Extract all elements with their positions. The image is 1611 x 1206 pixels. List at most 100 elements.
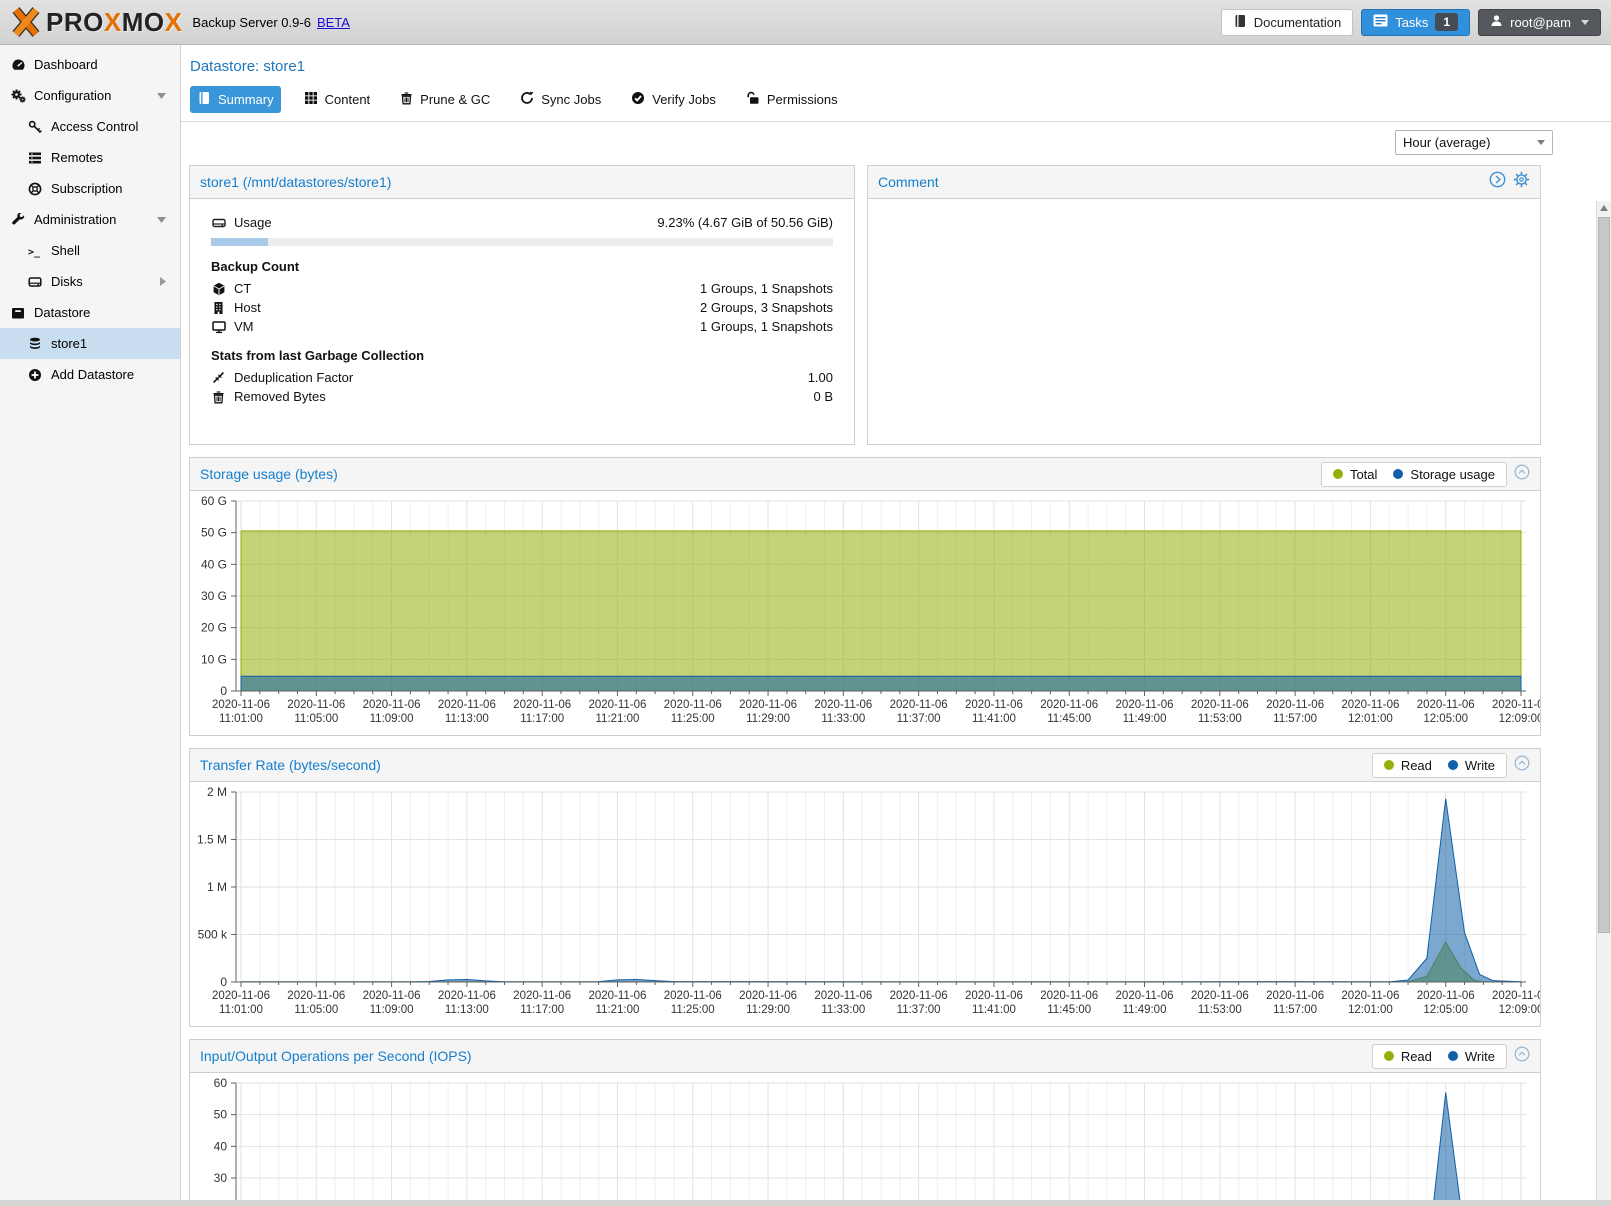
remotes-icon bbox=[27, 151, 43, 165]
svg-text:2020-11-06: 2020-11-06 bbox=[513, 699, 571, 711]
page-title: Datastore: store1 bbox=[181, 45, 1611, 75]
key-icon bbox=[27, 120, 43, 134]
row-value: 1 Groups, 1 Snapshots bbox=[700, 281, 833, 296]
sidebar-item-store1[interactable]: store1 bbox=[0, 328, 180, 359]
svg-text:2020-11-06: 2020-11-06 bbox=[1492, 699, 1540, 711]
caret-down-icon[interactable] bbox=[157, 93, 166, 99]
row-label: CT bbox=[234, 281, 251, 296]
legend-item-storage-usage[interactable]: Storage usage bbox=[1393, 467, 1495, 482]
tab-sync-jobs[interactable]: Sync Jobs bbox=[513, 86, 608, 113]
tab-content[interactable]: Content bbox=[297, 86, 378, 113]
legend-item-read[interactable]: Read bbox=[1384, 758, 1432, 773]
vertical-scrollbar[interactable] bbox=[1596, 201, 1611, 1206]
svg-text:11:33:00: 11:33:00 bbox=[821, 713, 865, 725]
svg-text:12:09:00: 12:09:00 bbox=[1499, 1004, 1540, 1016]
terminal-icon: >_ bbox=[27, 244, 43, 258]
legend-label: Read bbox=[1401, 758, 1432, 773]
svg-text:11:29:00: 11:29:00 bbox=[746, 713, 790, 725]
sidebar-item-disks[interactable]: Disks bbox=[0, 266, 180, 297]
tasks-button[interactable]: Tasks 1 bbox=[1361, 9, 1470, 36]
summary-row-vm: VM1 Groups, 1 Snapshots bbox=[211, 317, 833, 336]
bottom-edge-strip bbox=[0, 1200, 1611, 1206]
tab-label: Permissions bbox=[767, 92, 838, 107]
user-menu-button[interactable]: root@pam bbox=[1478, 9, 1601, 36]
storage-usage-title: Storage usage (bytes) bbox=[200, 466, 338, 482]
tab-summary[interactable]: Summary bbox=[190, 86, 281, 113]
tab-verify-jobs[interactable]: Verify Jobs bbox=[624, 86, 723, 113]
legend-item-write[interactable]: Write bbox=[1448, 758, 1495, 773]
svg-text:2020-11-06: 2020-11-06 bbox=[212, 699, 270, 711]
svg-text:11:09:00: 11:09:00 bbox=[370, 713, 414, 725]
row-value: 2 Groups, 3 Snapshots bbox=[700, 300, 833, 315]
svg-text:11:13:00: 11:13:00 bbox=[445, 1004, 489, 1016]
compress-icon bbox=[211, 371, 226, 384]
svg-text:2020-11-06: 2020-11-06 bbox=[1266, 699, 1324, 711]
svg-text:2020-11-06: 2020-11-06 bbox=[1417, 990, 1475, 1002]
tab-prune-gc[interactable]: Prune & GC bbox=[393, 86, 497, 113]
svg-text:2020-11-06: 2020-11-06 bbox=[1116, 699, 1174, 711]
sidebar-item-administration[interactable]: Administration bbox=[0, 204, 180, 235]
legend-dot bbox=[1384, 1051, 1394, 1061]
legend-label: Write bbox=[1465, 758, 1495, 773]
trash-icon bbox=[211, 390, 226, 404]
sidebar-item-label: Administration bbox=[34, 212, 116, 227]
svg-text:11:21:00: 11:21:00 bbox=[596, 1004, 640, 1016]
row-value: 1.00 bbox=[808, 370, 833, 385]
svg-text:12:05:00: 12:05:00 bbox=[1423, 713, 1468, 725]
svg-text:11:01:00: 11:01:00 bbox=[219, 1004, 263, 1016]
legend-item-write[interactable]: Write bbox=[1448, 1049, 1495, 1064]
svg-text:11:57:00: 11:57:00 bbox=[1273, 1004, 1317, 1016]
sidebar-item-add-datastore[interactable]: Add Datastore bbox=[0, 359, 180, 390]
product-version: Backup Server 0.9-6 bbox=[192, 15, 311, 30]
svg-text:2020-11-06: 2020-11-06 bbox=[664, 990, 722, 1002]
timeframe-select[interactable]: Hour (average) bbox=[1395, 130, 1553, 155]
caret-right-icon[interactable] bbox=[160, 277, 166, 286]
documentation-button[interactable]: Documentation bbox=[1221, 9, 1353, 36]
svg-text:2020-11-06: 2020-11-06 bbox=[363, 990, 421, 1002]
beta-link[interactable]: BETA bbox=[317, 15, 350, 30]
building-icon bbox=[211, 301, 226, 315]
legend-label: Total bbox=[1350, 467, 1377, 482]
user-icon bbox=[1490, 14, 1503, 30]
gear-icon[interactable] bbox=[1513, 171, 1530, 193]
chart-legend: Read Write bbox=[1372, 753, 1507, 778]
chevron-down-icon bbox=[1537, 140, 1545, 145]
svg-text:2020-11-06: 2020-11-06 bbox=[1341, 990, 1399, 1002]
caret-down-icon[interactable] bbox=[157, 217, 166, 223]
svg-text:12:01:00: 12:01:00 bbox=[1348, 713, 1393, 725]
scroll-up-arrow-icon[interactable] bbox=[1600, 205, 1608, 211]
scrollbar-thumb[interactable] bbox=[1598, 217, 1610, 933]
row-label: Host bbox=[234, 300, 261, 315]
sidebar-item-label: Configuration bbox=[34, 88, 111, 103]
chevron-circle-right-icon[interactable] bbox=[1489, 171, 1506, 193]
svg-text:11:21:00: 11:21:00 bbox=[596, 713, 640, 725]
svg-text:11:05:00: 11:05:00 bbox=[294, 1004, 338, 1016]
cube-icon bbox=[211, 282, 226, 296]
tab-permissions[interactable]: Permissions bbox=[739, 86, 845, 113]
collapse-panel-icon[interactable] bbox=[1514, 1046, 1530, 1067]
legend-item-read[interactable]: Read bbox=[1384, 1049, 1432, 1064]
sidebar-item-remotes[interactable]: Remotes bbox=[0, 142, 180, 173]
sidebar-item-access-control[interactable]: Access Control bbox=[0, 111, 180, 142]
svg-text:2020-11-06: 2020-11-06 bbox=[814, 699, 872, 711]
sidebar-item-dashboard[interactable]: Dashboard bbox=[0, 49, 180, 80]
database-icon bbox=[27, 337, 43, 351]
brand-wordmark: PROXMOX bbox=[46, 7, 182, 38]
legend-item-total[interactable]: Total bbox=[1333, 467, 1377, 482]
sidebar-item-datastore[interactable]: Datastore bbox=[0, 297, 180, 328]
svg-text:60: 60 bbox=[214, 1076, 228, 1090]
svg-text:2020-11-06: 2020-11-06 bbox=[1417, 699, 1475, 711]
sidebar-item-subscription[interactable]: Subscription bbox=[0, 173, 180, 204]
svg-text:2020-11-06: 2020-11-06 bbox=[739, 990, 797, 1002]
sidebar-item-configuration[interactable]: Configuration bbox=[0, 80, 180, 111]
collapse-panel-icon[interactable] bbox=[1514, 464, 1530, 485]
dashboard-icon bbox=[10, 58, 26, 72]
usage-row: Usage 9.23% (4.67 GiB of 50.56 GiB) bbox=[211, 213, 833, 232]
collapse-panel-icon[interactable] bbox=[1514, 755, 1530, 776]
svg-text:2020-11-06: 2020-11-06 bbox=[588, 699, 646, 711]
svg-text:11:45:00: 11:45:00 bbox=[1047, 1004, 1091, 1016]
book-icon bbox=[1233, 14, 1247, 31]
svg-text:2020-11-06: 2020-11-06 bbox=[1191, 990, 1249, 1002]
usage-label: Usage bbox=[234, 215, 272, 230]
sidebar-item-shell[interactable]: >_Shell bbox=[0, 235, 180, 266]
